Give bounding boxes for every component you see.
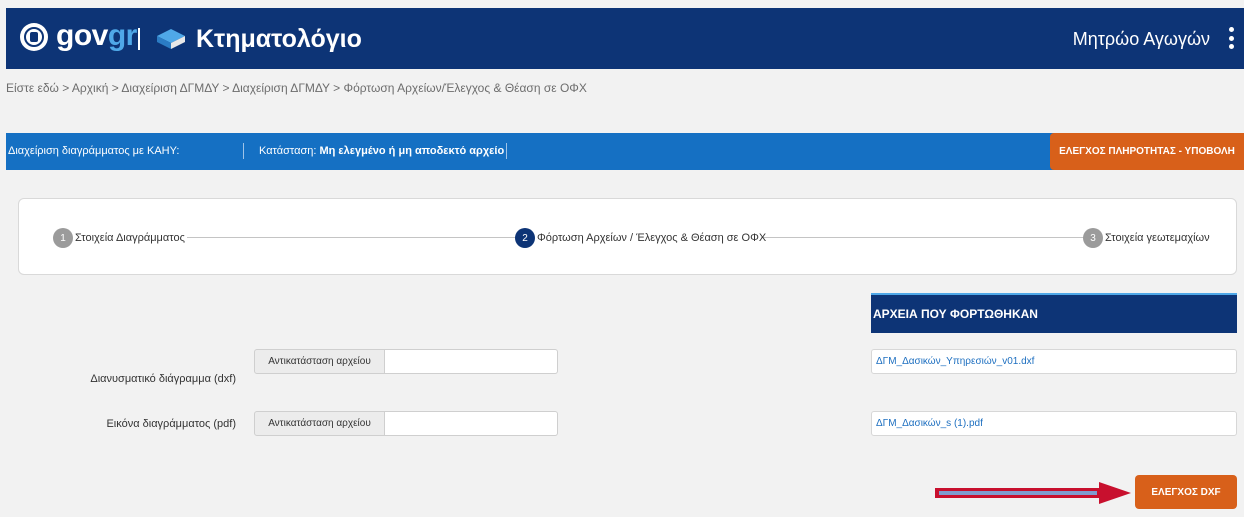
status-divider: [506, 143, 507, 159]
govgr-logo-gr: gr: [107, 19, 138, 52]
dxf-file-input[interactable]: [385, 349, 558, 374]
red-arrow-icon: [935, 482, 1131, 504]
uploaded-dxf-link[interactable]: ΔΓΜ_Δασικών_Υπηρεσιών_v01.dxf: [871, 349, 1237, 374]
check-dxf-button[interactable]: ΕΛΕΓΧΟΣ DXF: [1135, 475, 1237, 509]
registry-link[interactable]: Μητρώο Αγωγών: [1073, 28, 1210, 50]
replace-pdf-button[interactable]: Αντικατάσταση αρχείου: [254, 411, 385, 436]
status-state-label: Κατάσταση:: [259, 145, 317, 157]
status-state: Κατάσταση: Μη ελεγμένο ή μη αποδεκτό αρχ…: [259, 145, 504, 158]
wizard-stepper: 1 Στοιχεία Διαγράμματος 2 Φόρτωση Αρχείω…: [18, 198, 1237, 275]
status-bar: Διαχείριση διαγράμματος με ΚΑΗΥ: Κατάστα…: [6, 133, 1244, 170]
govgr-logo-gov: gov: [56, 19, 108, 52]
header-divider: [138, 28, 140, 50]
step-connector: [761, 237, 1095, 238]
breadcrumb[interactable]: Είστε εδώ > Αρχική > Διαχείριση ΔΓΜΔΥ > …: [6, 81, 587, 95]
page: govgr Κτηματολόγιο Μητρώο Αγωγών Είστε ε…: [0, 0, 1244, 517]
greek-seal-icon: [20, 23, 48, 51]
dxf-label: Διανυσματικό διάγραμμα (dxf): [90, 373, 236, 385]
step-label: Στοιχεία Διαγράμματος: [75, 231, 185, 244]
govgr-logo[interactable]: govgr: [56, 20, 137, 52]
pdf-file-input[interactable]: [385, 411, 558, 436]
uploaded-files-header: ΑΡΧΕΙΑ ΠΟΥ ΦΟΡΤΩΘΗΚΑΝ: [871, 293, 1237, 333]
replace-dxf-button[interactable]: Αντικατάσταση αρχείου: [254, 349, 385, 374]
uploaded-pdf-link[interactable]: ΔΓΜ_Δασικών_s (1).pdf: [871, 411, 1237, 436]
diagram-management-label: Διαχείριση διαγράμματος με ΚΑΗΥ:: [8, 145, 180, 157]
step-3[interactable]: 3 Στοιχεία γεωτεμαχίων: [1083, 228, 1210, 248]
step-label: Στοιχεία γεωτεμαχίων: [1105, 231, 1210, 244]
step-2[interactable]: 2 Φόρτωση Αρχείων / Έλεγχος & Θέαση σε Ο…: [515, 228, 766, 248]
pdf-label: Εικόνα διαγράμματος (pdf): [106, 418, 236, 430]
kebab-menu-icon[interactable]: [1228, 27, 1234, 49]
step-label: Φόρτωση Αρχείων / Έλεγχος & Θέαση σε ΟΦΧ: [537, 231, 767, 244]
step-connector: [187, 237, 517, 238]
step-number: 3: [1083, 228, 1103, 248]
step-1[interactable]: 1 Στοιχεία Διαγράμματος: [53, 228, 185, 248]
status-divider: [243, 143, 244, 159]
step-number: 2: [515, 228, 535, 248]
completeness-check-submit-button[interactable]: ΕΛΕΓΧΟΣ ΠΛΗΡΟΤΗΤΑΣ - ΥΠΟΒΟΛΗ: [1050, 133, 1244, 170]
app-title[interactable]: Κτηματολόγιο: [196, 25, 362, 53]
status-state-value: Μη ελεγμένο ή μη αποδεκτό αρχείο: [319, 145, 505, 157]
top-header: govgr Κτηματολόγιο Μητρώο Αγωγών: [6, 8, 1244, 69]
step-number: 1: [53, 228, 73, 248]
ktimatologio-logo-icon: [157, 29, 185, 49]
